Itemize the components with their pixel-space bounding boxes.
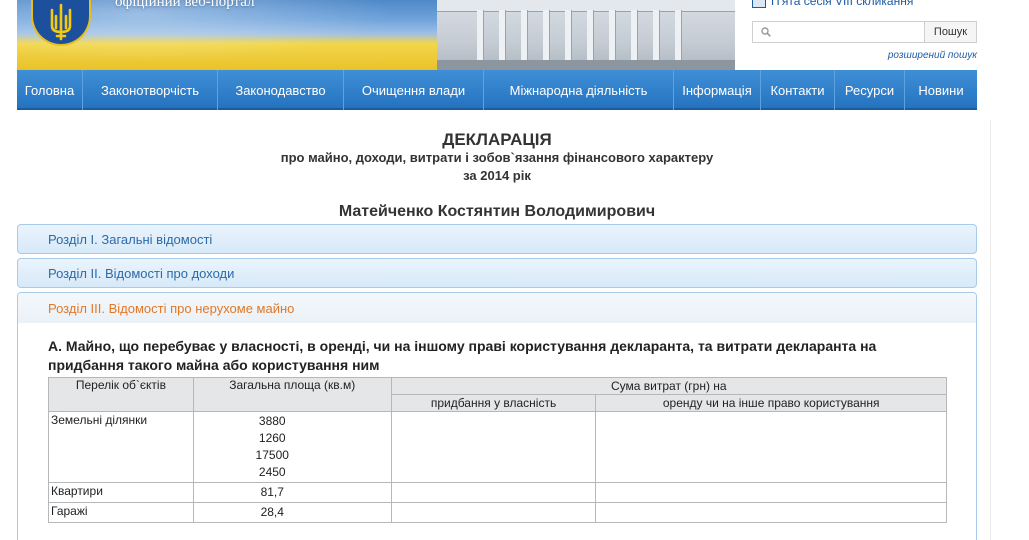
- session-link-label: П'ята сесія VIII скликання: [771, 0, 914, 8]
- search-icon: [761, 27, 771, 37]
- search-box: [752, 21, 925, 43]
- trident-icon: [50, 3, 72, 41]
- parliament-building-image: [437, 0, 735, 70]
- section-real-estate-panel: Розділ ІІІ. Відомості про нерухоме майно…: [17, 292, 977, 540]
- col-header-area: Загальна площа (кв.м): [192, 377, 392, 412]
- col-header-rent: оренду чи на інше право користування: [595, 394, 947, 412]
- row-rent: [595, 502, 947, 523]
- advanced-search-link[interactable]: розширений пошук: [888, 50, 977, 61]
- area-value: 2450: [258, 465, 286, 479]
- area-value: 17500: [255, 448, 289, 462]
- col-header-purchase: придбання у власність: [390, 394, 597, 412]
- calendar-icon: [752, 0, 766, 8]
- section-income[interactable]: Розділ ІІ. Відомості про доходи: [17, 258, 977, 288]
- real-estate-table: Перелік об`єктів Загальна площа (кв.м) С…: [48, 377, 948, 523]
- nav-item-resources[interactable]: Ресурси: [835, 70, 905, 110]
- row-purchase: [390, 502, 597, 523]
- nav-item-news[interactable]: Новини: [905, 70, 977, 110]
- session-link[interactable]: П'ята сесія VIII скликання: [752, 0, 913, 8]
- nav-item-lustration[interactable]: Очищення влади: [344, 70, 484, 110]
- row-purchase: [390, 411, 597, 483]
- nav-item-information[interactable]: Інформація: [674, 70, 761, 110]
- row-object: Гаражі: [48, 502, 194, 523]
- search-input[interactable]: [753, 22, 924, 42]
- section-general-info[interactable]: Розділ І. Загальні відомості: [17, 224, 977, 254]
- page-edge-divider: [990, 120, 991, 540]
- row-rent: [595, 411, 947, 483]
- area-value: 3880: [258, 414, 286, 428]
- col-header-expenses: Сума витрат (грн) на: [390, 377, 948, 395]
- portal-title: офіційний веб-портал: [115, 0, 255, 10]
- search-button[interactable]: Пошук: [925, 21, 977, 43]
- table-row: Квартири 81,7: [48, 482, 947, 503]
- main-navigation: Головна Законотворчість Законодавство Оч…: [17, 70, 977, 110]
- col-header-objects: Перелік об`єктів: [48, 377, 194, 412]
- table-row: Земельні ділянки 3880 1260 17500 2450: [48, 411, 947, 483]
- area-value: 1260: [258, 431, 286, 445]
- declaration-title: ДЕКЛАРАЦІЯ: [442, 130, 552, 149]
- header-banner: офіційний веб-портал: [17, 0, 735, 70]
- nav-item-contacts[interactable]: Контакти: [761, 70, 835, 110]
- nav-item-lawmaking[interactable]: Законотворчість: [83, 70, 218, 110]
- nav-item-legislation[interactable]: Законодавство: [218, 70, 344, 110]
- declaration-year: за 2014 рік: [463, 168, 531, 183]
- row-rent: [595, 482, 947, 503]
- declaration-subtitle: про майно, доходи, витрати і зобов`язанн…: [280, 150, 714, 165]
- row-object: Земельні ділянки: [48, 411, 194, 483]
- section-a-title: А. Майно, що перебуває у власності, в ор…: [48, 338, 877, 373]
- area-value: 81,7: [260, 485, 284, 499]
- section-real-estate[interactable]: Розділ ІІІ. Відомості про нерухоме майно: [18, 293, 976, 323]
- row-area: 28,4: [192, 502, 392, 523]
- area-value: 28,4: [260, 505, 284, 519]
- row-purchase: [390, 482, 597, 503]
- row-area: 3880 1260 17500 2450: [192, 411, 392, 483]
- nav-item-international[interactable]: Міжнародна діяльність: [484, 70, 674, 110]
- nav-item-home[interactable]: Головна: [17, 70, 83, 110]
- row-area: 81,7: [192, 482, 392, 503]
- declarant-name: Матейченко Костянтин Володимирович: [338, 203, 656, 220]
- row-object: Квартири: [48, 482, 194, 503]
- table-row: Гаражі 28,4: [48, 502, 947, 523]
